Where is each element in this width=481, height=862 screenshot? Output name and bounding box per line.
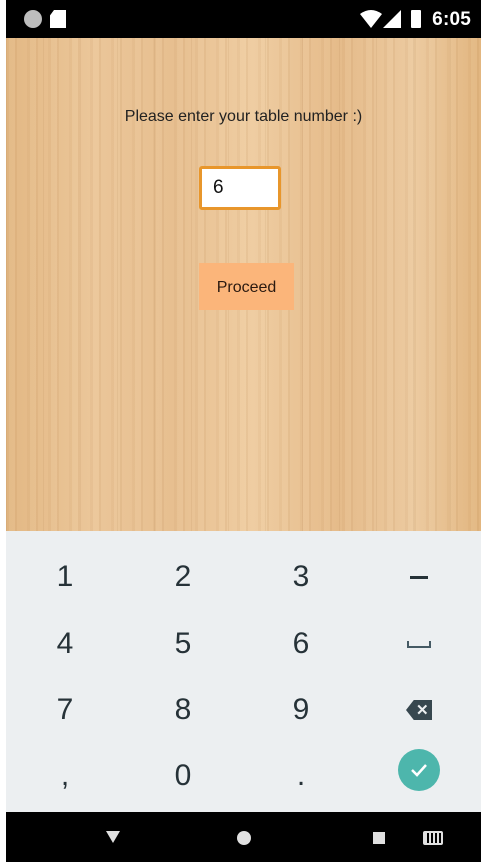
numeric-keyboard: 1 2 3 4 5 6 7 8 9 , 0 .	[6, 531, 481, 812]
wifi-icon	[360, 10, 382, 28]
dash-icon	[410, 575, 428, 579]
key-backspace[interactable]	[360, 677, 478, 743]
key-2[interactable]: 2	[124, 544, 242, 610]
sd-card-icon	[50, 10, 66, 28]
battery-icon	[411, 10, 421, 28]
done-check-icon	[398, 749, 440, 791]
key-0[interactable]: 0	[124, 743, 242, 809]
space-icon	[407, 640, 431, 648]
key-5[interactable]: 5	[124, 611, 242, 677]
key-9[interactable]: 9	[242, 677, 360, 743]
notification-dot-icon	[24, 10, 42, 28]
key-done[interactable]	[360, 737, 478, 803]
recents-icon[interactable]	[373, 832, 385, 844]
keyboard-switch-icon[interactable]	[423, 831, 443, 845]
key-7[interactable]: 7	[6, 677, 124, 743]
nav-bar	[6, 812, 481, 862]
key-1[interactable]: 1	[6, 544, 124, 610]
status-bar: 6:05	[6, 0, 481, 38]
status-time: 6:05	[432, 9, 471, 30]
app-screen: 6:05 Please enter your table number :) P…	[6, 0, 481, 862]
key-space[interactable]	[360, 611, 478, 677]
home-icon[interactable]	[237, 831, 251, 845]
table-number-input[interactable]	[213, 170, 273, 206]
key-8[interactable]: 8	[124, 677, 242, 743]
wood-background-panel: Please enter your table number :) Procee…	[6, 38, 481, 531]
backspace-icon	[406, 700, 432, 720]
key-comma[interactable]: ,	[6, 743, 124, 809]
key-period[interactable]: .	[242, 743, 360, 809]
key-3[interactable]: 3	[242, 544, 360, 610]
proceed-button[interactable]: Proceed	[199, 263, 294, 310]
signal-icon	[383, 10, 401, 28]
key-6[interactable]: 6	[242, 611, 360, 677]
table-number-prompt: Please enter your table number :)	[124, 108, 363, 125]
back-icon[interactable]	[106, 831, 120, 843]
table-number-field[interactable]	[199, 166, 281, 210]
key-dash[interactable]	[360, 544, 478, 610]
key-4[interactable]: 4	[6, 611, 124, 677]
